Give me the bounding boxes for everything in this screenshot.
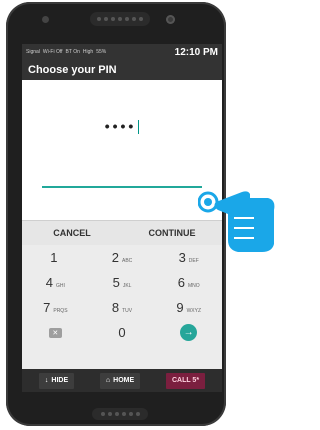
front-camera-icon: [166, 15, 175, 24]
key-1[interactable]: 1: [22, 250, 89, 265]
pointing-hand-icon: [198, 191, 275, 252]
pin-entry-area: ••••: [22, 80, 222, 220]
bluetooth-label: BT On: [65, 49, 80, 55]
enter-arrow-icon: →: [180, 324, 198, 341]
bottom-bar: ↓ HIDE ⌂ HOME CALL 5*: [22, 369, 222, 392]
backspace-key[interactable]: ✕: [22, 327, 89, 338]
numeric-keypad: 1 2 ABC 3 DEF 4 GHI 5 JKL 6 MNO 7 PRQS 8 TUV 9W…: [22, 245, 222, 369]
pin-underline: [42, 186, 202, 188]
pin-masked-value: ••••: [104, 118, 137, 134]
page-title: Choose your PIN: [22, 60, 222, 80]
key-8[interactable]: 8 TUV: [89, 300, 156, 315]
clock: 12:10 PM: [174, 46, 218, 58]
bottom-speaker: [92, 408, 148, 420]
call-label: CALL 5*: [171, 377, 200, 384]
status-bar: Signal Wi-Fi Off BT On High 55% 12:10 PM: [22, 44, 222, 60]
signal-label: Signal: [26, 49, 40, 55]
phone-device: Signal Wi-Fi Off BT On High 55% 12:10 PM…: [6, 2, 226, 426]
hide-label: HIDE: [51, 377, 69, 384]
hide-button[interactable]: ↓ HIDE: [38, 372, 75, 389]
key-2[interactable]: 2 ABC: [89, 250, 156, 265]
key-5[interactable]: 5 JKL: [89, 275, 156, 290]
text-cursor: [138, 120, 140, 135]
pin-input[interactable]: ••••: [22, 118, 222, 135]
backspace-icon: ✕: [48, 327, 62, 338]
key-4[interactable]: 4 GHI: [22, 275, 89, 290]
sensor-icon: [42, 16, 49, 23]
key-6[interactable]: 6 MNO: [155, 275, 222, 290]
wifi-label: Wi-Fi Off: [42, 49, 63, 55]
home-label: HOME: [113, 377, 135, 384]
battery-label: 55%: [96, 49, 107, 55]
key-7[interactable]: 7 PRQS: [22, 300, 89, 315]
cancel-button[interactable]: CANCEL: [22, 221, 122, 245]
arrow-down-icon: ↓: [44, 377, 49, 384]
volume-label: High: [82, 49, 94, 55]
action-bar: CANCEL CONTINUE: [22, 220, 222, 246]
home-icon: ⌂: [105, 377, 111, 384]
enter-key[interactable]: →: [155, 324, 222, 341]
screen: Signal Wi-Fi Off BT On High 55% 12:10 PM…: [22, 44, 222, 392]
key-0[interactable]: 0: [89, 325, 156, 340]
key-9[interactable]: 9 WXYZ: [155, 300, 222, 315]
emergency-call-button[interactable]: CALL 5*: [165, 372, 206, 389]
home-button[interactable]: ⌂ HOME: [99, 372, 141, 389]
earpiece-speaker: [90, 12, 150, 26]
